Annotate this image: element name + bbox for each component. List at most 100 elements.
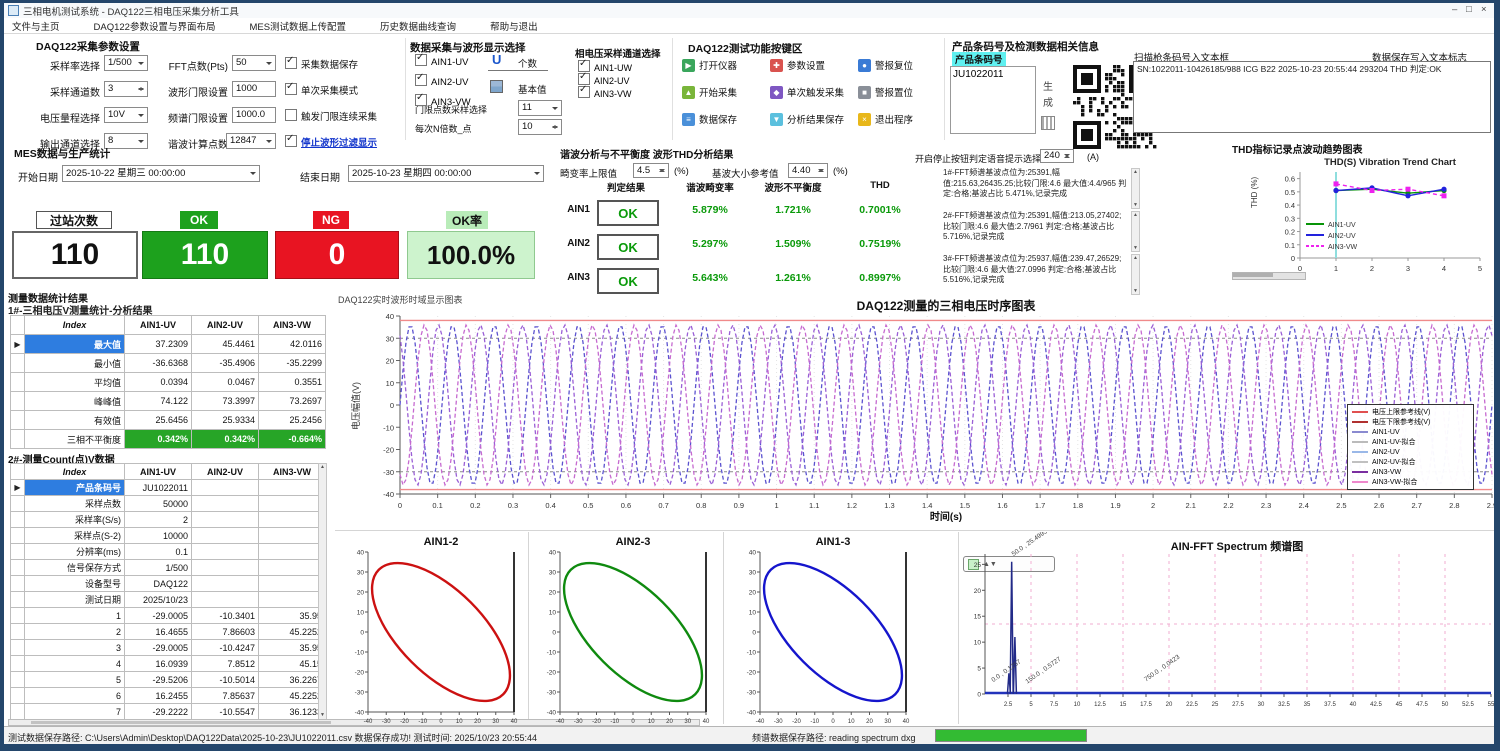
table-row[interactable]: 7-29.2222-10.554736.1233 bbox=[11, 704, 326, 720]
func-button-分析结果保存[interactable]: ▼分析结果保存 bbox=[770, 112, 844, 126]
stats2-table[interactable]: IndexAIN1-UVAIN2-UVAIN3-VW▶产品条码号JU102201… bbox=[10, 463, 325, 720]
end-date-picker[interactable]: 2025-10-23 星期四 00:00:00 bbox=[348, 165, 544, 182]
table-row[interactable]: 采样点数50000 bbox=[11, 496, 326, 512]
checkbox-icon[interactable] bbox=[285, 135, 297, 147]
table-row[interactable]: 分辨率(ms)0.1 bbox=[11, 544, 326, 560]
table-row[interactable]: 1-29.0005-10.340135.95 bbox=[11, 608, 326, 624]
svg-text:25: 25 bbox=[1212, 702, 1219, 708]
stats1-table[interactable]: IndexAIN1-UVAIN2-UVAIN3-VW▶最大值37.230945.… bbox=[10, 315, 325, 449]
trigger-checkbox[interactable]: 触发门限连续采集 bbox=[285, 109, 377, 123]
log-scrollbar[interactable]: ▲▼ bbox=[1131, 211, 1140, 252]
table-row[interactable]: 设备型号DAQ122 bbox=[11, 576, 326, 592]
output-channel-combo[interactable]: 8 bbox=[104, 133, 148, 149]
table-row[interactable]: 5-29.5206-10.501436.2267 bbox=[11, 672, 326, 688]
channel-checkbox-AIN2-UV[interactable]: AIN2-UV bbox=[415, 74, 468, 88]
func-button-警报复位[interactable]: ●警报复位 bbox=[858, 58, 913, 72]
stats1-grid[interactable]: IndexAIN1-UVAIN2-UVAIN3-VW▶最大值37.230945.… bbox=[10, 315, 326, 449]
maximize-button[interactable]: □ bbox=[1466, 4, 1472, 15]
multiple-points-spinner[interactable]: 10 bbox=[518, 119, 562, 135]
distortion-limit-spinner[interactable]: 4.5 bbox=[633, 163, 669, 178]
log-scrollbar[interactable]: ▲▼ bbox=[1131, 254, 1140, 295]
svg-text:2.5: 2.5 bbox=[1336, 501, 1346, 510]
table-row[interactable]: 三相不平衡度0.342%0.342%-0.664% bbox=[11, 430, 326, 449]
lissajous-chart-AIN1-3[interactable]: -40-30-20-10010203040-40-30-20-100102030… bbox=[723, 532, 958, 732]
table-row[interactable]: 采样点(S-2)10000 bbox=[11, 528, 326, 544]
menu-item-4[interactable]: 帮助与退出 bbox=[490, 19, 538, 33]
spectrum-threshold-field[interactable]: 1000.0 bbox=[232, 107, 276, 123]
log-entry[interactable]: 2#-FFT频谱基波点位为:25391,幅值:213.05,27402;比较门限… bbox=[943, 211, 1129, 252]
svg-text:0: 0 bbox=[752, 630, 756, 637]
table-row[interactable]: 测试日期2025/10/23 bbox=[11, 592, 326, 608]
func-button-开始采集[interactable]: ▲开始采集 bbox=[682, 85, 737, 99]
channel-checkbox-AIN3-VW[interactable]: AIN3-VW bbox=[415, 94, 471, 108]
time-domain-waveform-chart[interactable]: 00.10.20.30.40.50.60.70.80.911.11.21.31.… bbox=[335, 292, 1500, 528]
svg-text:30: 30 bbox=[749, 570, 757, 577]
channel-checkbox-AIN3-VW[interactable]: AIN3-VW bbox=[578, 86, 632, 99]
save-data-checkbox[interactable]: 采集数据保存 bbox=[285, 57, 358, 71]
fft-points-combo[interactable]: 50 bbox=[232, 55, 276, 71]
stats2-vscrollbar[interactable]: ▲ ▼ bbox=[318, 463, 327, 720]
checkbox-icon[interactable] bbox=[415, 94, 427, 106]
svg-text:2.7: 2.7 bbox=[1411, 501, 1421, 510]
func-button-打开仪器[interactable]: ▶打开仪器 bbox=[682, 58, 737, 72]
func-button-警报置位[interactable]: ■警报置位 bbox=[858, 85, 913, 99]
channel-count-spinner[interactable]: 3 bbox=[104, 81, 148, 97]
scan-textbox[interactable]: SN:1022011-10426185/988 ICG B22 2025-10-… bbox=[1133, 61, 1491, 133]
close-button[interactable]: × bbox=[1481, 4, 1487, 15]
checkbox-icon[interactable] bbox=[285, 83, 297, 95]
svg-text:1.9: 1.9 bbox=[1110, 501, 1120, 510]
voice-alert-spinner[interactable]: 240 bbox=[1040, 149, 1074, 163]
start-date-picker[interactable]: 2025-10-22 星期三 00:00:00 bbox=[62, 165, 260, 182]
func-button-单次触发采集[interactable]: ◆单次触发采集 bbox=[770, 85, 844, 99]
checkbox-icon[interactable] bbox=[285, 57, 297, 69]
menu-item-2[interactable]: MES测试数据上传配置 bbox=[249, 19, 346, 33]
menu-item-0[interactable]: 文件与主页 bbox=[12, 19, 60, 33]
channel-checkbox-AIN1-UV[interactable]: AIN1-UV bbox=[415, 54, 468, 68]
log-entry[interactable]: 1#-FFT频谱基波点位为:25391,幅值:215.63,26435.25;比… bbox=[943, 168, 1129, 209]
checkbox-icon[interactable] bbox=[285, 109, 297, 121]
distortion-limit-label: 畸变率上限值 bbox=[560, 166, 617, 180]
menu-item-1[interactable]: DAQ122参数设置与界面布局 bbox=[94, 19, 216, 33]
func-button-参数设置[interactable]: ✚参数设置 bbox=[770, 58, 825, 72]
generate-barcode-icon[interactable] bbox=[1041, 116, 1055, 130]
minimize-button[interactable]: – bbox=[1452, 4, 1457, 15]
func-button-数据保存[interactable]: ≡数据保存 bbox=[682, 112, 737, 126]
stop-filter-checkbox[interactable]: 停止波形过滤显示 bbox=[285, 135, 377, 149]
sample-rate-combo[interactable]: 1/500 bbox=[104, 55, 148, 71]
scrollbar-thumb[interactable] bbox=[31, 721, 331, 724]
table-row[interactable]: ▶产品条码号JU1022011 bbox=[11, 480, 326, 496]
log-entry[interactable]: 3#-FFT频谱基波点位为:25937,幅值:239.47,26529;比较门限… bbox=[943, 254, 1129, 295]
barcode-input[interactable]: JU1022011 bbox=[950, 66, 1036, 134]
table-row[interactable]: 最小值-36.6368-35.4906-35.2299 bbox=[11, 354, 326, 373]
table-row[interactable]: 有效值25.645625.933425.2456 bbox=[11, 411, 326, 430]
fft-spectrum-chart[interactable]: 05101520252.557.51012.51517.52022.52527.… bbox=[958, 532, 1500, 732]
checkbox-label[interactable]: 停止波形过滤显示 bbox=[301, 138, 377, 149]
stats2-grid[interactable]: IndexAIN1-UVAIN2-UVAIN3-VW▶产品条码号JU102201… bbox=[10, 463, 326, 720]
table-row[interactable]: 216.46557.8660345.2252 bbox=[11, 624, 326, 640]
range-combo[interactable]: 10V bbox=[104, 107, 148, 123]
table-row[interactable]: 采样率(S/s)2 bbox=[11, 512, 326, 528]
window-border-bottom bbox=[0, 744, 1500, 751]
single-shot-checkbox[interactable]: 单次采集模式 bbox=[285, 83, 358, 97]
lissajous-chart-AIN1-2[interactable]: -40-30-20-10010203040-40-30-20-100102030… bbox=[335, 532, 528, 732]
fundamental-ref-spinner[interactable]: 4.40 bbox=[788, 163, 828, 178]
harmonic-points-combo[interactable]: 12847 bbox=[226, 133, 276, 149]
table-row[interactable]: 416.09397.851245.15 bbox=[11, 656, 326, 672]
thd-trend-chart[interactable]: 00.10.20.30.40.50.6012345AIN1-UVAIN2-UVA… bbox=[1246, 150, 1498, 294]
table-row[interactable]: ▶最大值37.230945.446142.0116 bbox=[11, 335, 326, 354]
lissajous-chart-AIN2-3[interactable]: -40-30-20-10010203040-40-30-20-100102030… bbox=[528, 532, 723, 732]
wave-threshold-field[interactable]: 1000 bbox=[232, 81, 276, 97]
checkbox-icon[interactable] bbox=[578, 86, 590, 98]
checkbox-icon[interactable] bbox=[415, 74, 427, 86]
table-row[interactable]: 616.24557.8563745.2252 bbox=[11, 688, 326, 704]
menu-item-3[interactable]: 历史数据曲线查询 bbox=[380, 19, 456, 33]
svg-text:40: 40 bbox=[703, 719, 710, 725]
checkbox-icon[interactable] bbox=[415, 54, 427, 66]
func-button-退出程序[interactable]: ×退出程序 bbox=[858, 112, 913, 126]
threshold-select-combo[interactable]: 11 bbox=[518, 100, 562, 116]
log-scrollbar[interactable]: ▲▼ bbox=[1131, 168, 1140, 209]
table-row[interactable]: 3-29.0005-10.424735.95 bbox=[11, 640, 326, 656]
table-row[interactable]: 峰峰值74.12273.399773.2697 bbox=[11, 392, 326, 411]
table-row[interactable]: 信号保存方式1/500 bbox=[11, 560, 326, 576]
table-row[interactable]: 平均值0.03940.04670.3551 bbox=[11, 373, 326, 392]
